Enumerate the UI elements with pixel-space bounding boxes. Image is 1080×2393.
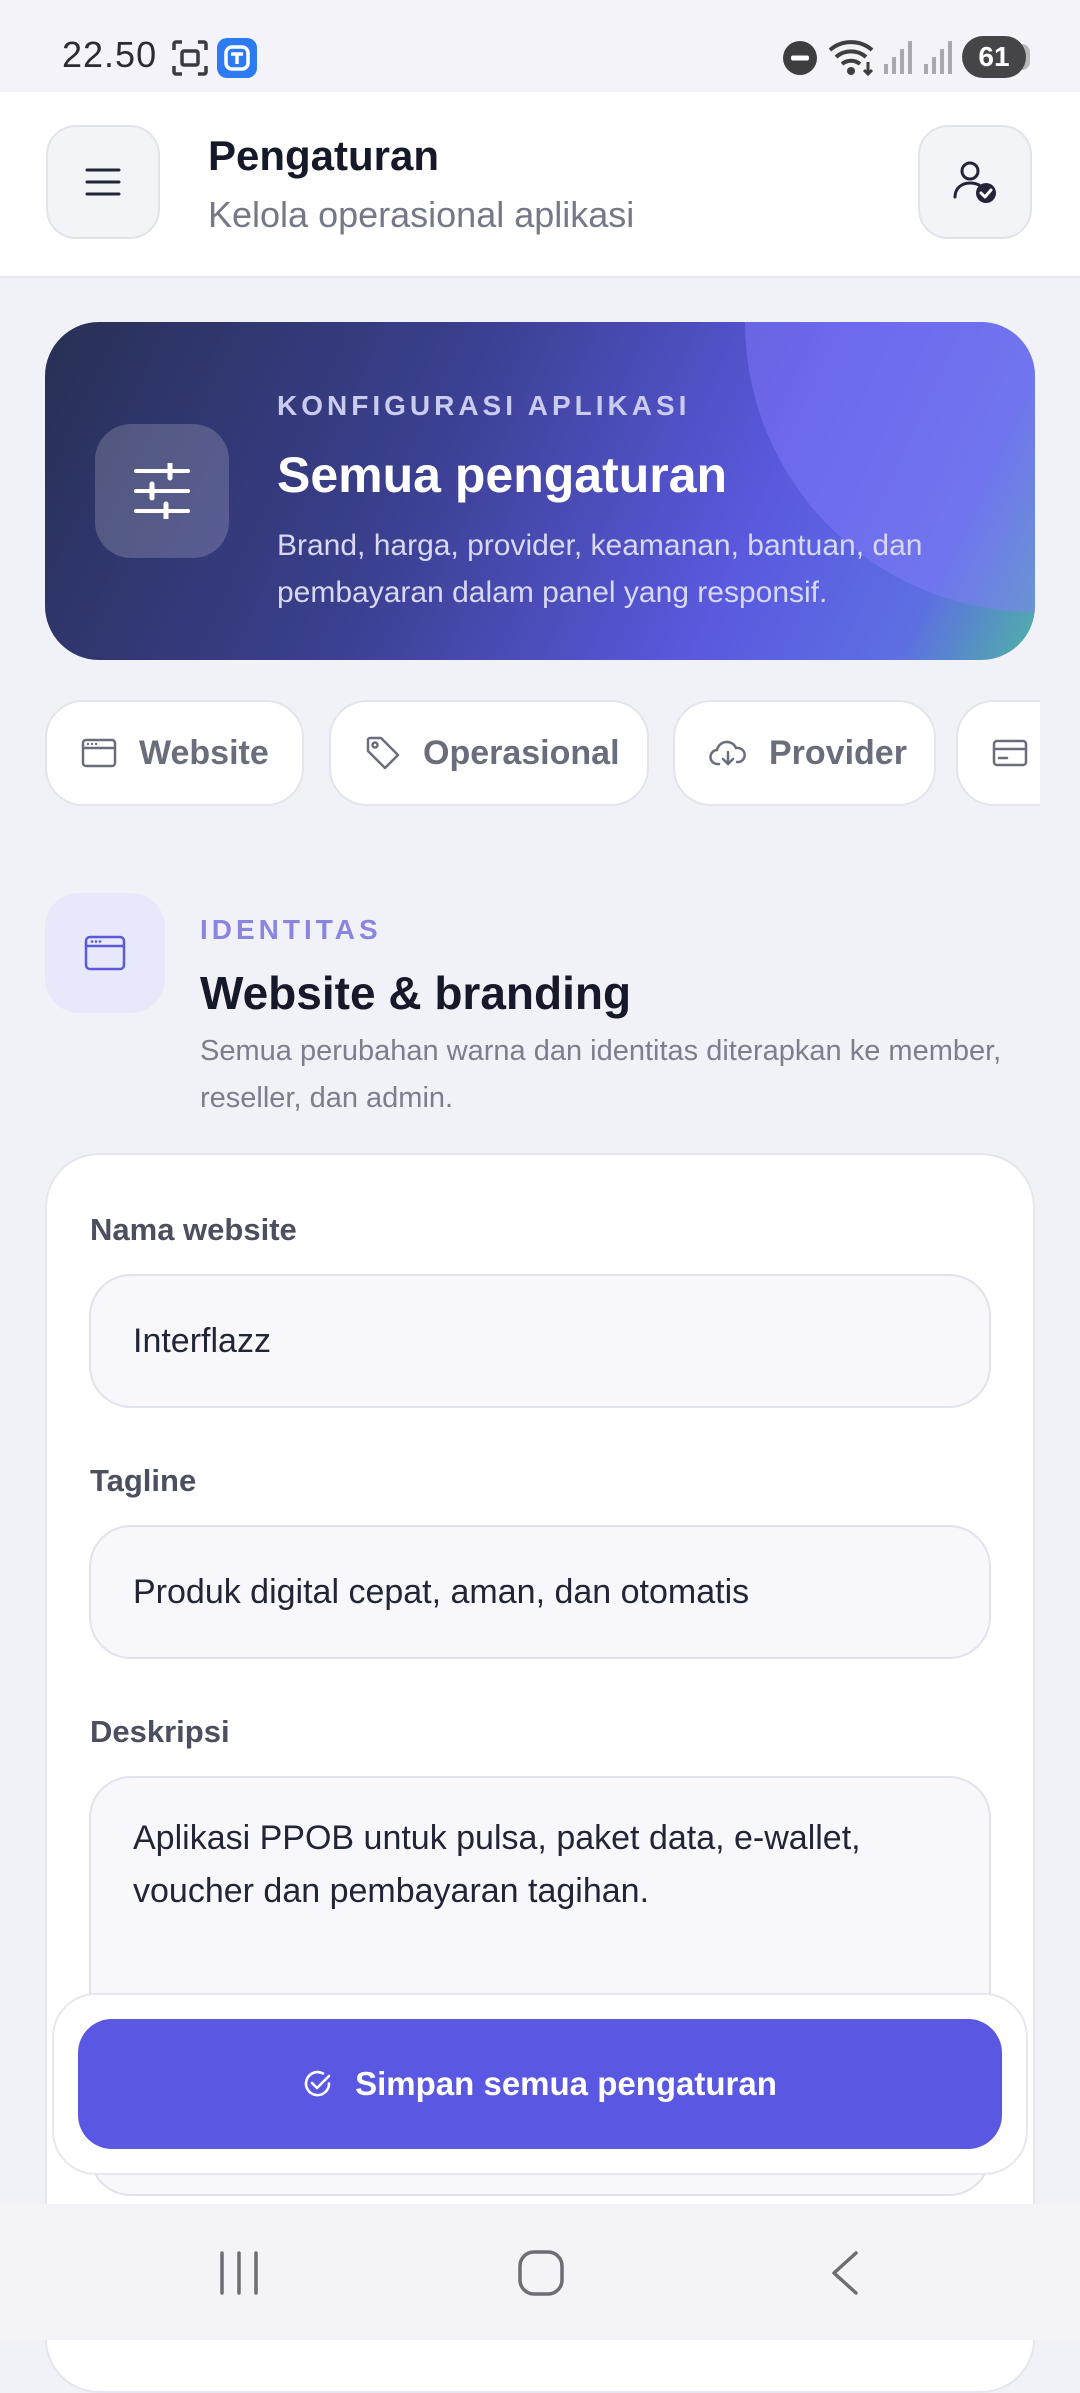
site-name-label: Nama website xyxy=(90,1212,297,1247)
tab-label: Website xyxy=(139,733,269,772)
hero-kicker: KONFIGURASI APLIKASI xyxy=(277,390,691,421)
cloud-download-icon xyxy=(709,740,746,766)
status-time: 22.50 xyxy=(62,34,158,75)
home-icon[interactable] xyxy=(516,2248,566,2298)
account-button[interactable] xyxy=(918,125,1032,239)
page-subtitle: Kelola operasional aplikasi xyxy=(208,194,635,235)
tab-label: Provider xyxy=(769,733,907,772)
hamburger-icon xyxy=(85,168,121,196)
signal-icon xyxy=(884,41,912,74)
status-bar xyxy=(0,0,1080,92)
app-notification-icon xyxy=(217,38,257,78)
check-circle-icon xyxy=(304,2070,331,2097)
section-icon-box xyxy=(45,893,165,1013)
tab-payment[interactable] xyxy=(956,700,1040,806)
save-all-button[interactable]: Simpan semua pengaturan xyxy=(78,2019,1002,2149)
browser-window-icon xyxy=(84,935,126,971)
settings-tabs: Website Operasional Provider xyxy=(45,700,1040,810)
battery-level: 61 xyxy=(962,36,1026,78)
tab-label: Operasional xyxy=(423,733,620,772)
tab-operasional[interactable]: Operasional xyxy=(329,700,649,806)
tagline-label: Tagline xyxy=(90,1463,197,1498)
hero-icon-box xyxy=(95,424,229,558)
tab-provider[interactable]: Provider xyxy=(673,700,936,806)
recent-apps-icon[interactable] xyxy=(216,2250,262,2296)
hero-title: Semua pengaturan xyxy=(277,447,728,503)
page-title: Pengaturan xyxy=(208,132,440,179)
user-verified-icon xyxy=(953,161,996,203)
screenshot-icon xyxy=(172,40,208,76)
site-name-input[interactable]: Interflazz xyxy=(89,1274,991,1408)
tab-website[interactable]: Website xyxy=(45,700,304,806)
tagline-input[interactable]: Produk digital cepat, aman, dan otomatis xyxy=(89,1525,991,1659)
hero-description: Brand, harga, provider, keamanan, bantua… xyxy=(277,529,923,609)
sliders-icon xyxy=(134,463,190,519)
description-label: Deskripsi xyxy=(90,1714,230,1749)
wifi-icon xyxy=(828,40,874,77)
back-icon[interactable] xyxy=(826,2250,866,2296)
credit-card-icon xyxy=(992,739,1028,767)
do-not-disturb-icon xyxy=(783,41,817,75)
save-button-label: Simpan semua pengaturan xyxy=(355,2065,777,2102)
browser-window-icon xyxy=(81,738,117,768)
section-description: Semua perubahan warna dan identitas dite… xyxy=(200,1035,1002,1114)
section-title: Website & branding xyxy=(200,967,632,1019)
signal-icon-2 xyxy=(924,41,952,74)
tag-icon xyxy=(366,736,400,770)
hero-banner: KONFIGURASI APLIKASI Semua pengaturan Br… xyxy=(45,322,1035,660)
menu-button[interactable] xyxy=(46,125,160,239)
section-kicker: IDENTITAS xyxy=(200,914,382,945)
